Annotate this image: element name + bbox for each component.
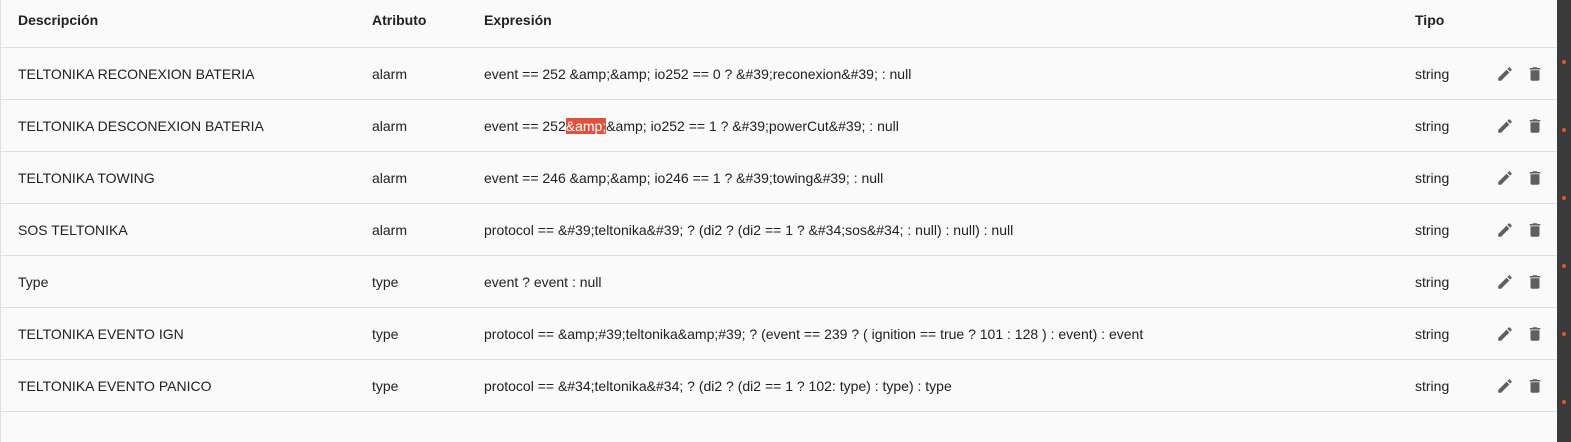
trash-icon[interactable] <box>1526 117 1544 135</box>
table-row[interactable]: TELTONIKA EVENTO PANICO type protocol == &… <box>1 360 1558 412</box>
table-row[interactable]: TELTONIKA TOWING alarm event == 246 &amp;&… <box>1 152 1558 204</box>
table-empty-space <box>1 412 1558 436</box>
right-edge-dot <box>1562 60 1566 64</box>
cell-type: string <box>1415 65 1450 82</box>
table-row[interactable]: TELTONIKA DESCONEXION BATERIA alarm event … <box>1 100 1558 152</box>
right-edge-dot <box>1562 196 1566 200</box>
cell-attribute: type <box>372 273 399 290</box>
trash-icon[interactable] <box>1526 169 1544 187</box>
table-body: TELTONIKA RECONEXION BATERIA alarm event =… <box>1 48 1558 436</box>
cell-expression: protocol == &#34;teltonika&#34; ? (di2 ?… <box>484 360 952 411</box>
cell-type: string <box>1415 221 1450 238</box>
table-row[interactable]: SOS TELTONIKA alarm protocol == &#39;telto… <box>1 204 1558 256</box>
trash-icon[interactable] <box>1526 377 1544 395</box>
cell-description: SOS TELTONIKA <box>18 221 128 238</box>
trash-icon[interactable] <box>1526 65 1544 83</box>
row-actions <box>1496 308 1544 359</box>
expression-text: event == 246 &amp;&amp; io246 == 1 ? &#3… <box>484 169 884 186</box>
row-actions <box>1496 360 1544 411</box>
trash-icon[interactable] <box>1526 273 1544 291</box>
cell-type: string <box>1415 117 1450 134</box>
computed-attributes-page: Descripción Atributo Expresión Tipo TELT… <box>0 0 1571 442</box>
pencil-icon[interactable] <box>1496 325 1514 343</box>
cell-expression: event == 252 &amp; &amp; io252 == 1 ? &#3… <box>484 100 899 151</box>
cell-expression: protocol == &#39;teltonika&#39; ? (di2 ?… <box>484 204 1013 255</box>
header-type[interactable]: Tipo <box>1415 0 1444 47</box>
cell-type: string <box>1415 273 1450 290</box>
header-expression[interactable]: Expresión <box>484 0 552 47</box>
row-actions <box>1496 256 1544 307</box>
expression-text: protocol == &amp;#39;teltonika&amp;#39; … <box>484 325 1144 342</box>
row-actions <box>1496 100 1544 151</box>
expression-text-rest: &amp; io252 == 1 ? &#39;powerCut&#39; : … <box>606 117 899 134</box>
cell-description: TELTONIKA TOWING <box>18 169 155 186</box>
cell-attribute: alarm <box>372 65 408 82</box>
cell-expression: protocol == &amp;#39;teltonika&amp;#39; … <box>484 308 1143 359</box>
cell-description: TELTONIKA EVENTO IGN <box>18 325 184 342</box>
cell-attribute: type <box>372 325 399 342</box>
cell-description: TELTONIKA EVENTO PANICO <box>18 377 212 394</box>
expression-text: protocol == &#39;teltonika&#39; ? (di2 ?… <box>484 221 1014 238</box>
pencil-icon[interactable] <box>1496 169 1514 187</box>
pencil-icon[interactable] <box>1496 273 1514 291</box>
expression-text: event ? event : null <box>484 273 602 290</box>
cell-attribute: type <box>372 377 399 394</box>
right-edge-strip <box>1557 0 1571 442</box>
expression-selection: &amp; <box>565 117 607 134</box>
header-attribute[interactable]: Atributo <box>372 0 426 47</box>
pencil-icon[interactable] <box>1496 221 1514 239</box>
right-edge-dot <box>1562 400 1566 404</box>
expression-text: protocol == &#34;teltonika&#34; ? (di2 ?… <box>484 377 952 394</box>
cell-expression: event == 246 &amp;&amp; io246 == 1 ? &#3… <box>484 152 883 203</box>
right-edge-dot <box>1562 264 1566 268</box>
computed-attributes-table: Descripción Atributo Expresión Tipo TELT… <box>0 0 1558 442</box>
cell-description: TELTONIKA RECONEXION BATERIA <box>18 65 255 82</box>
cell-expression: event ? event : null <box>484 256 602 307</box>
table-row[interactable]: TELTONIKA EVENTO IGN type protocol == &amp… <box>1 308 1558 360</box>
table-row[interactable]: Type type event ? event : null string <box>1 256 1558 308</box>
row-actions <box>1496 48 1544 99</box>
right-edge-dot <box>1562 128 1566 132</box>
trash-icon[interactable] <box>1526 325 1544 343</box>
cell-type: string <box>1415 169 1450 186</box>
trash-icon[interactable] <box>1526 221 1544 239</box>
cell-attribute: alarm <box>372 169 408 186</box>
cell-type: string <box>1415 325 1450 342</box>
cell-description: TELTONIKA DESCONEXION BATERIA <box>18 117 264 134</box>
cell-expression: event == 252 &amp;&amp; io252 == 0 ? &#3… <box>484 48 911 99</box>
expression-text: event == 252 <box>484 117 566 134</box>
expression-text: event == 252 &amp;&amp; io252 == 0 ? &#3… <box>484 65 912 82</box>
cell-type: string <box>1415 377 1450 394</box>
cell-attribute: alarm <box>372 221 408 238</box>
cell-attribute: alarm <box>372 117 408 134</box>
header-description[interactable]: Descripción <box>18 0 98 47</box>
cell-description: Type <box>18 273 49 290</box>
pencil-icon[interactable] <box>1496 377 1514 395</box>
row-actions <box>1496 204 1544 255</box>
pencil-icon[interactable] <box>1496 117 1514 135</box>
pencil-icon[interactable] <box>1496 65 1514 83</box>
table-header: Descripción Atributo Expresión Tipo <box>1 0 1558 48</box>
row-actions <box>1496 152 1544 203</box>
right-edge-dot <box>1562 332 1566 336</box>
table-row[interactable]: TELTONIKA RECONEXION BATERIA alarm event =… <box>1 48 1558 100</box>
